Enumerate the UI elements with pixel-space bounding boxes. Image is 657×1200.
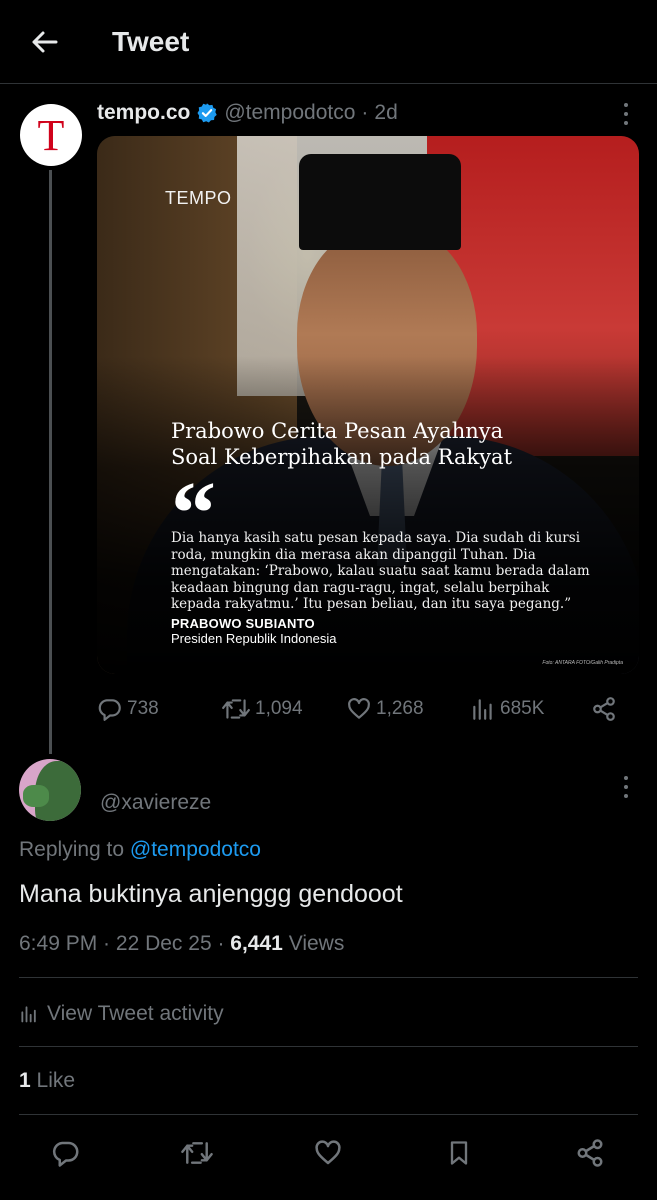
tweet-time[interactable]: 2d <box>374 101 397 125</box>
view-tweet-activity-link[interactable]: View Tweet activity <box>19 1000 224 1028</box>
likes-summary[interactable]: 1 Like <box>19 1069 75 1093</box>
like-button[interactable] <box>310 1136 346 1170</box>
speaker-role: Presiden Republik Indonesia <box>171 631 337 646</box>
top-bar: Tweet <box>0 0 657 84</box>
retweet-button[interactable]: 1,094 <box>221 694 303 724</box>
photo-credit: Foto: ANTARA FOTO/Galih Pradipta <box>542 660 623 666</box>
separator-dot: · <box>361 101 369 124</box>
media-headline: Prabowo Cerita Pesan Ayahnya Soal Keberp… <box>171 418 611 470</box>
views-count: 685K <box>500 698 545 719</box>
reply-count: 738 <box>127 698 159 719</box>
views-button[interactable]: 685K <box>470 694 544 724</box>
reply-author-handle[interactable]: @xaviereze <box>100 791 211 815</box>
reply-actions-bar <box>0 1130 657 1176</box>
likes-count: 1 <box>19 1069 31 1092</box>
quote-text: Dia hanya kasih satu pesan kepada saya. … <box>171 530 611 613</box>
reply-button[interactable]: 738 <box>97 694 159 724</box>
bookmark-icon <box>450 1141 468 1165</box>
quote-line: roda, mungkin dia merasa akan dipanggil … <box>171 546 536 563</box>
arrow-left-icon <box>32 31 58 53</box>
thread-connector-line <box>49 170 52 754</box>
separator-dot: · <box>211 932 231 955</box>
dot-icon <box>624 121 628 125</box>
tweet-views-label: Views <box>282 932 345 955</box>
reply-icon <box>98 699 121 721</box>
dot-icon <box>624 112 628 116</box>
analytics-icon <box>473 699 492 720</box>
tweet-views-count: 6,441 <box>230 932 283 955</box>
quote-line: mengatakan: ‘Prabowo, kalau suatu saat k… <box>171 563 590 579</box>
reply-button[interactable] <box>48 1136 84 1170</box>
more-options-button[interactable] <box>614 99 638 129</box>
likes-label: Like <box>30 1069 76 1092</box>
reply-more-options-button[interactable] <box>614 772 638 802</box>
headline-line: Prabowo Cerita Pesan Ayahnya <box>171 419 504 443</box>
heart-icon <box>315 1140 341 1165</box>
divider <box>19 1114 638 1115</box>
back-button[interactable] <box>24 24 64 60</box>
retweet-icon <box>222 699 250 719</box>
original-tweet-header: tempo.co @tempodotco · 2d <box>97 100 398 126</box>
dot-icon <box>624 776 628 780</box>
divider <box>19 977 638 978</box>
peci-hat <box>299 154 461 250</box>
verified-badge-icon <box>196 102 218 124</box>
share-button[interactable] <box>572 1136 608 1170</box>
tweet-image[interactable]: TEMPO Prabowo Cerita Pesan Ayahnya Soal … <box>97 136 639 674</box>
tweet-timestamp[interactable]: 6:49 PM <box>19 932 97 955</box>
quote-line: keadaan bingung dan ragu-ragu, ingat, se… <box>171 579 550 596</box>
headline-line: Soal Keberpihakan pada Rakyat <box>171 445 513 469</box>
tweet-text: Mana buktinya anjenggg gendooot <box>19 880 403 908</box>
author-name[interactable]: tempo.co <box>97 101 190 125</box>
retweet-count: 1,094 <box>255 698 303 719</box>
speaker-name: PRABOWO SUBIANTO <box>171 616 315 631</box>
dot-icon <box>624 103 628 107</box>
quote-line: kepada rakyatmu.’ Itu pesan beliau, dan … <box>171 596 572 612</box>
dot-icon <box>624 785 628 789</box>
retweet-button[interactable] <box>179 1136 215 1170</box>
activity-label: View Tweet activity <box>47 1002 224 1025</box>
analytics-icon <box>21 1006 36 1023</box>
replying-prefix: Replying to <box>19 838 125 861</box>
separator-dot: · <box>97 932 116 955</box>
share-icon <box>593 697 615 721</box>
avatar-letter: T <box>37 111 65 160</box>
like-count: 1,268 <box>376 698 424 719</box>
like-button[interactable]: 1,268 <box>346 694 424 724</box>
author-handle[interactable]: @tempodotco <box>224 101 355 125</box>
tweet-metadata: 6:49 PM · 22 Dec 25 · 6,441 Views <box>19 932 344 956</box>
retweet-icon <box>181 1142 213 1164</box>
xaviereze-avatar[interactable] <box>19 759 81 821</box>
tweet-actions-bar: 738 1,094 1,268 685K <box>97 694 627 724</box>
bookmark-button[interactable] <box>441 1136 477 1170</box>
share-icon <box>577 1139 603 1167</box>
reply-icon <box>52 1141 79 1167</box>
share-button[interactable] <box>591 694 621 724</box>
page-title: Tweet <box>112 26 190 57</box>
media-brand-logo: TEMPO <box>165 188 232 208</box>
avatar-figure <box>23 785 49 807</box>
replying-to-handle-link[interactable]: @tempodotco <box>130 838 261 861</box>
replying-to-line: Replying to @tempodotco <box>19 838 261 862</box>
tweet-date[interactable]: 22 Dec 25 <box>116 932 212 955</box>
quote-line: Dia hanya kasih satu pesan kepada saya. … <box>171 530 581 546</box>
tempo-avatar[interactable]: T <box>20 104 82 166</box>
divider <box>19 1046 638 1047</box>
heart-icon <box>348 698 370 719</box>
dot-icon <box>624 794 628 798</box>
